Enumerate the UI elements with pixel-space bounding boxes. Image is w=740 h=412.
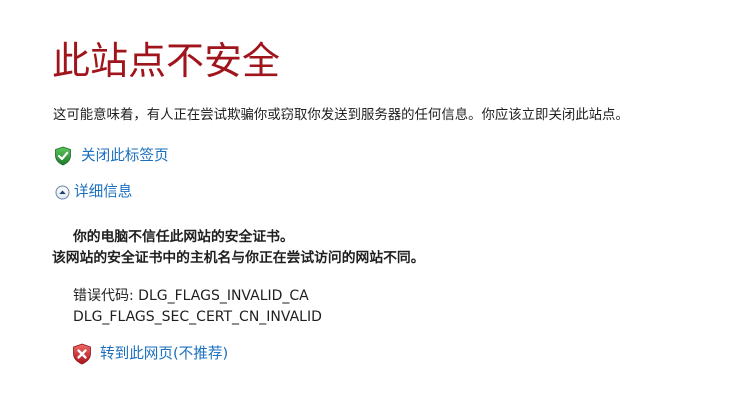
close-tab-label[interactable]: 关闭此标签页 bbox=[81, 146, 169, 166]
proceed-link[interactable]: 转到此网页(不推荐) bbox=[72, 343, 228, 365]
error-code-line-2: DLG_FLAGS_SEC_CERT_CN_INVALID bbox=[73, 309, 322, 325]
proceed-label[interactable]: 转到此网页(不推荐) bbox=[100, 344, 228, 364]
certificate-untrusted-text: 你的电脑不信任此网站的安全证书。 bbox=[73, 229, 294, 245]
details-toggle[interactable]: 详细信息 bbox=[55, 182, 132, 202]
close-tab-link[interactable]: 关闭此标签页 bbox=[54, 146, 169, 166]
error-code-block: 错误代码: DLG_FLAGS_INVALID_CA DLG_FLAGS_SEC… bbox=[73, 286, 322, 328]
green-shield-check-icon bbox=[54, 146, 72, 166]
error-code-line-1: 错误代码: DLG_FLAGS_INVALID_CA bbox=[73, 288, 309, 304]
red-shield-x-icon bbox=[72, 343, 92, 365]
details-label[interactable]: 详细信息 bbox=[74, 182, 132, 202]
hostname-mismatch-text: 该网站的安全证书中的主机名与你正在尝试访问的网站不同。 bbox=[52, 250, 425, 266]
error-description: 你的电脑不信任此网站的安全证书。 该网站的安全证书中的主机名与你正在尝试访问的网… bbox=[52, 227, 425, 269]
warning-message: 这可能意味着，有人正在尝试欺骗你或窃取你发送到服务器的任何信息。你应该立即关闭此… bbox=[53, 108, 629, 123]
page-title: 此站点不安全 bbox=[52, 39, 281, 83]
chevron-up-circle-icon bbox=[55, 185, 70, 200]
